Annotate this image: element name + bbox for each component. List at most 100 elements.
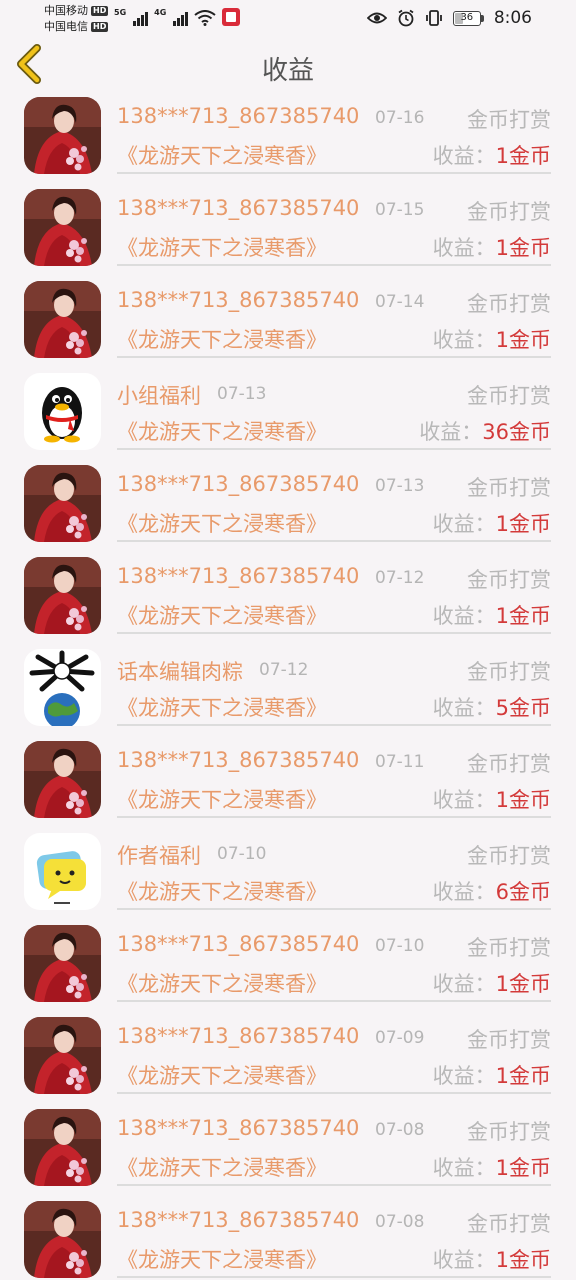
avatar[interactable] xyxy=(24,281,101,358)
sender-name[interactable]: 138***713_867385740 xyxy=(117,104,359,128)
user-avatar-image xyxy=(24,557,101,634)
user-avatar-image xyxy=(24,1017,101,1094)
earning-amount: 6金币 xyxy=(495,880,551,904)
sender-name[interactable]: 小组福利 xyxy=(117,380,201,410)
book-title[interactable]: 《龙游天下之浸寒香》 xyxy=(117,1244,327,1274)
record-info: 138***713_867385740 07-08 金币打赏 《龙游天下之浸寒香… xyxy=(117,1194,551,1278)
reward-type: 金币打赏 xyxy=(467,384,551,408)
record-date: 07-10 xyxy=(217,844,267,864)
vibrate-icon xyxy=(425,10,442,26)
reward-type: 金币打赏 xyxy=(467,660,551,684)
battery-level: 36 xyxy=(460,11,474,23)
earning-label: 收益： xyxy=(432,236,496,260)
nav-bar: 收益 xyxy=(0,38,576,90)
app-notification-icon xyxy=(222,8,241,26)
earning: 收益：1金币 xyxy=(433,232,551,262)
earnings-list: 138***713_867385740 07-16 金币打赏 《龙游天下之浸寒香… xyxy=(0,90,576,1280)
earning-record[interactable]: 138***713_867385740 07-11 金币打赏 《龙游天下之浸寒香… xyxy=(0,734,576,826)
user-avatar-image xyxy=(24,97,101,174)
avatar[interactable] xyxy=(24,373,101,450)
record-info: 话本编辑肉粽 07-12 金币打赏 《龙游天下之浸寒香》 收益：5金币 xyxy=(117,642,551,726)
sender-name[interactable]: 138***713_867385740 xyxy=(117,288,359,312)
avatar[interactable] xyxy=(24,189,101,266)
user-avatar-image xyxy=(24,189,101,266)
carrier-info: 中国移动 HD 中国电信 HD xyxy=(44,3,109,35)
avatar[interactable] xyxy=(24,557,101,634)
avatar[interactable] xyxy=(24,649,101,726)
earning-label: 收益： xyxy=(432,144,496,168)
user-avatar-image xyxy=(24,741,101,818)
earning-record[interactable]: 作者福利 07-10 金币打赏 《龙游天下之浸寒香》 收益：6金币 xyxy=(0,826,576,918)
earning-record[interactable]: 138***713_867385740 07-12 金币打赏 《龙游天下之浸寒香… xyxy=(0,550,576,642)
record-info: 138***713_867385740 07-14 金币打赏 《龙游天下之浸寒香… xyxy=(117,274,551,358)
sender-name[interactable]: 138***713_867385740 xyxy=(117,1024,359,1048)
earning-record[interactable]: 138***713_867385740 07-15 金币打赏 《龙游天下之浸寒香… xyxy=(0,182,576,274)
book-title[interactable]: 《龙游天下之浸寒香》 xyxy=(117,1060,327,1090)
earning-record[interactable]: 138***713_867385740 07-08 金币打赏 《龙游天下之浸寒香… xyxy=(0,1102,576,1194)
avatar[interactable] xyxy=(24,97,101,174)
sender-name[interactable]: 138***713_867385740 xyxy=(117,932,359,956)
avatar[interactable] xyxy=(24,741,101,818)
reward-type: 金币打赏 xyxy=(467,568,551,592)
earning-amount: 1金币 xyxy=(495,1248,551,1272)
book-title[interactable]: 《龙游天下之浸寒香》 xyxy=(117,232,327,262)
back-button[interactable] xyxy=(10,42,50,86)
carrier-1-label: 中国移动 xyxy=(44,4,88,17)
record-date: 07-16 xyxy=(375,108,425,128)
sender-name[interactable]: 138***713_867385740 xyxy=(117,472,359,496)
earning-record[interactable]: 138***713_867385740 07-10 金币打赏 《龙游天下之浸寒香… xyxy=(0,918,576,1010)
clock: 8:06 xyxy=(493,8,532,28)
earning: 收益：1金币 xyxy=(433,508,551,538)
book-title[interactable]: 《龙游天下之浸寒香》 xyxy=(117,692,327,722)
book-title[interactable]: 《龙游天下之浸寒香》 xyxy=(117,784,327,814)
book-title[interactable]: 《龙游天下之浸寒香》 xyxy=(117,876,327,906)
avatar[interactable] xyxy=(24,1109,101,1186)
sender-name[interactable]: 138***713_867385740 xyxy=(117,748,359,772)
hd-badge: HD xyxy=(91,6,109,16)
status-bar: 中国移动 HD 中国电信 HD 5G 4G 36 8:06 xyxy=(0,0,576,38)
sender-name[interactable]: 138***713_867385740 xyxy=(117,1116,359,1140)
avatar[interactable] xyxy=(24,1017,101,1094)
sender-name[interactable]: 138***713_867385740 xyxy=(117,196,359,220)
sender-name[interactable]: 138***713_867385740 xyxy=(117,1208,359,1232)
record-date: 07-11 xyxy=(375,752,425,772)
reward-type: 金币打赏 xyxy=(467,1120,551,1144)
globe-avatar-image xyxy=(24,649,101,726)
record-info: 138***713_867385740 07-13 金币打赏 《龙游天下之浸寒香… xyxy=(117,458,551,542)
record-date: 07-15 xyxy=(375,200,425,220)
earning-record[interactable]: 138***713_867385740 07-08 金币打赏 《龙游天下之浸寒香… xyxy=(0,1194,576,1280)
sender-name[interactable]: 话本编辑肉粽 xyxy=(117,656,243,686)
earning-label: 收益： xyxy=(432,1248,496,1272)
earning-record[interactable]: 138***713_867385740 07-16 金币打赏 《龙游天下之浸寒香… xyxy=(0,90,576,182)
avatar[interactable] xyxy=(24,465,101,542)
record-info: 138***713_867385740 07-09 金币打赏 《龙游天下之浸寒香… xyxy=(117,1010,551,1094)
reward-type: 金币打赏 xyxy=(467,936,551,960)
sender-name[interactable]: 138***713_867385740 xyxy=(117,564,359,588)
book-title[interactable]: 《龙游天下之浸寒香》 xyxy=(117,416,327,446)
sender-name[interactable]: 作者福利 xyxy=(117,840,201,870)
avatar[interactable] xyxy=(24,925,101,1002)
record-date: 07-13 xyxy=(217,384,267,404)
record-info: 138***713_867385740 07-11 金币打赏 《龙游天下之浸寒香… xyxy=(117,734,551,818)
avatar[interactable] xyxy=(24,833,101,910)
book-title[interactable]: 《龙游天下之浸寒香》 xyxy=(117,508,327,538)
book-title[interactable]: 《龙游天下之浸寒香》 xyxy=(117,324,327,354)
earning-record[interactable]: 小组福利 07-13 金币打赏 《龙游天下之浸寒香》 收益：36金币 xyxy=(0,366,576,458)
book-title[interactable]: 《龙游天下之浸寒香》 xyxy=(117,1152,327,1182)
record-date: 07-09 xyxy=(375,1028,425,1048)
book-title[interactable]: 《龙游天下之浸寒香》 xyxy=(117,600,327,630)
earning-amount: 1金币 xyxy=(495,604,551,628)
earning-record[interactable]: 138***713_867385740 07-14 金币打赏 《龙游天下之浸寒香… xyxy=(0,274,576,366)
avatar[interactable] xyxy=(24,1201,101,1278)
earning-record[interactable]: 138***713_867385740 07-13 金币打赏 《龙游天下之浸寒香… xyxy=(0,458,576,550)
record-info: 138***713_867385740 07-08 金币打赏 《龙游天下之浸寒香… xyxy=(117,1102,551,1186)
book-title[interactable]: 《龙游天下之浸寒香》 xyxy=(117,968,327,998)
book-title[interactable]: 《龙游天下之浸寒香》 xyxy=(117,140,327,170)
earning-label: 收益： xyxy=(432,696,496,720)
page-title: 收益 xyxy=(261,56,314,86)
earning-record[interactable]: 138***713_867385740 07-09 金币打赏 《龙游天下之浸寒香… xyxy=(0,1010,576,1102)
earning-amount: 1金币 xyxy=(495,972,551,996)
penguin-avatar-image xyxy=(24,373,101,450)
earning-label: 收益： xyxy=(432,1064,496,1088)
earning-record[interactable]: 话本编辑肉粽 07-12 金币打赏 《龙游天下之浸寒香》 收益：5金币 xyxy=(0,642,576,734)
